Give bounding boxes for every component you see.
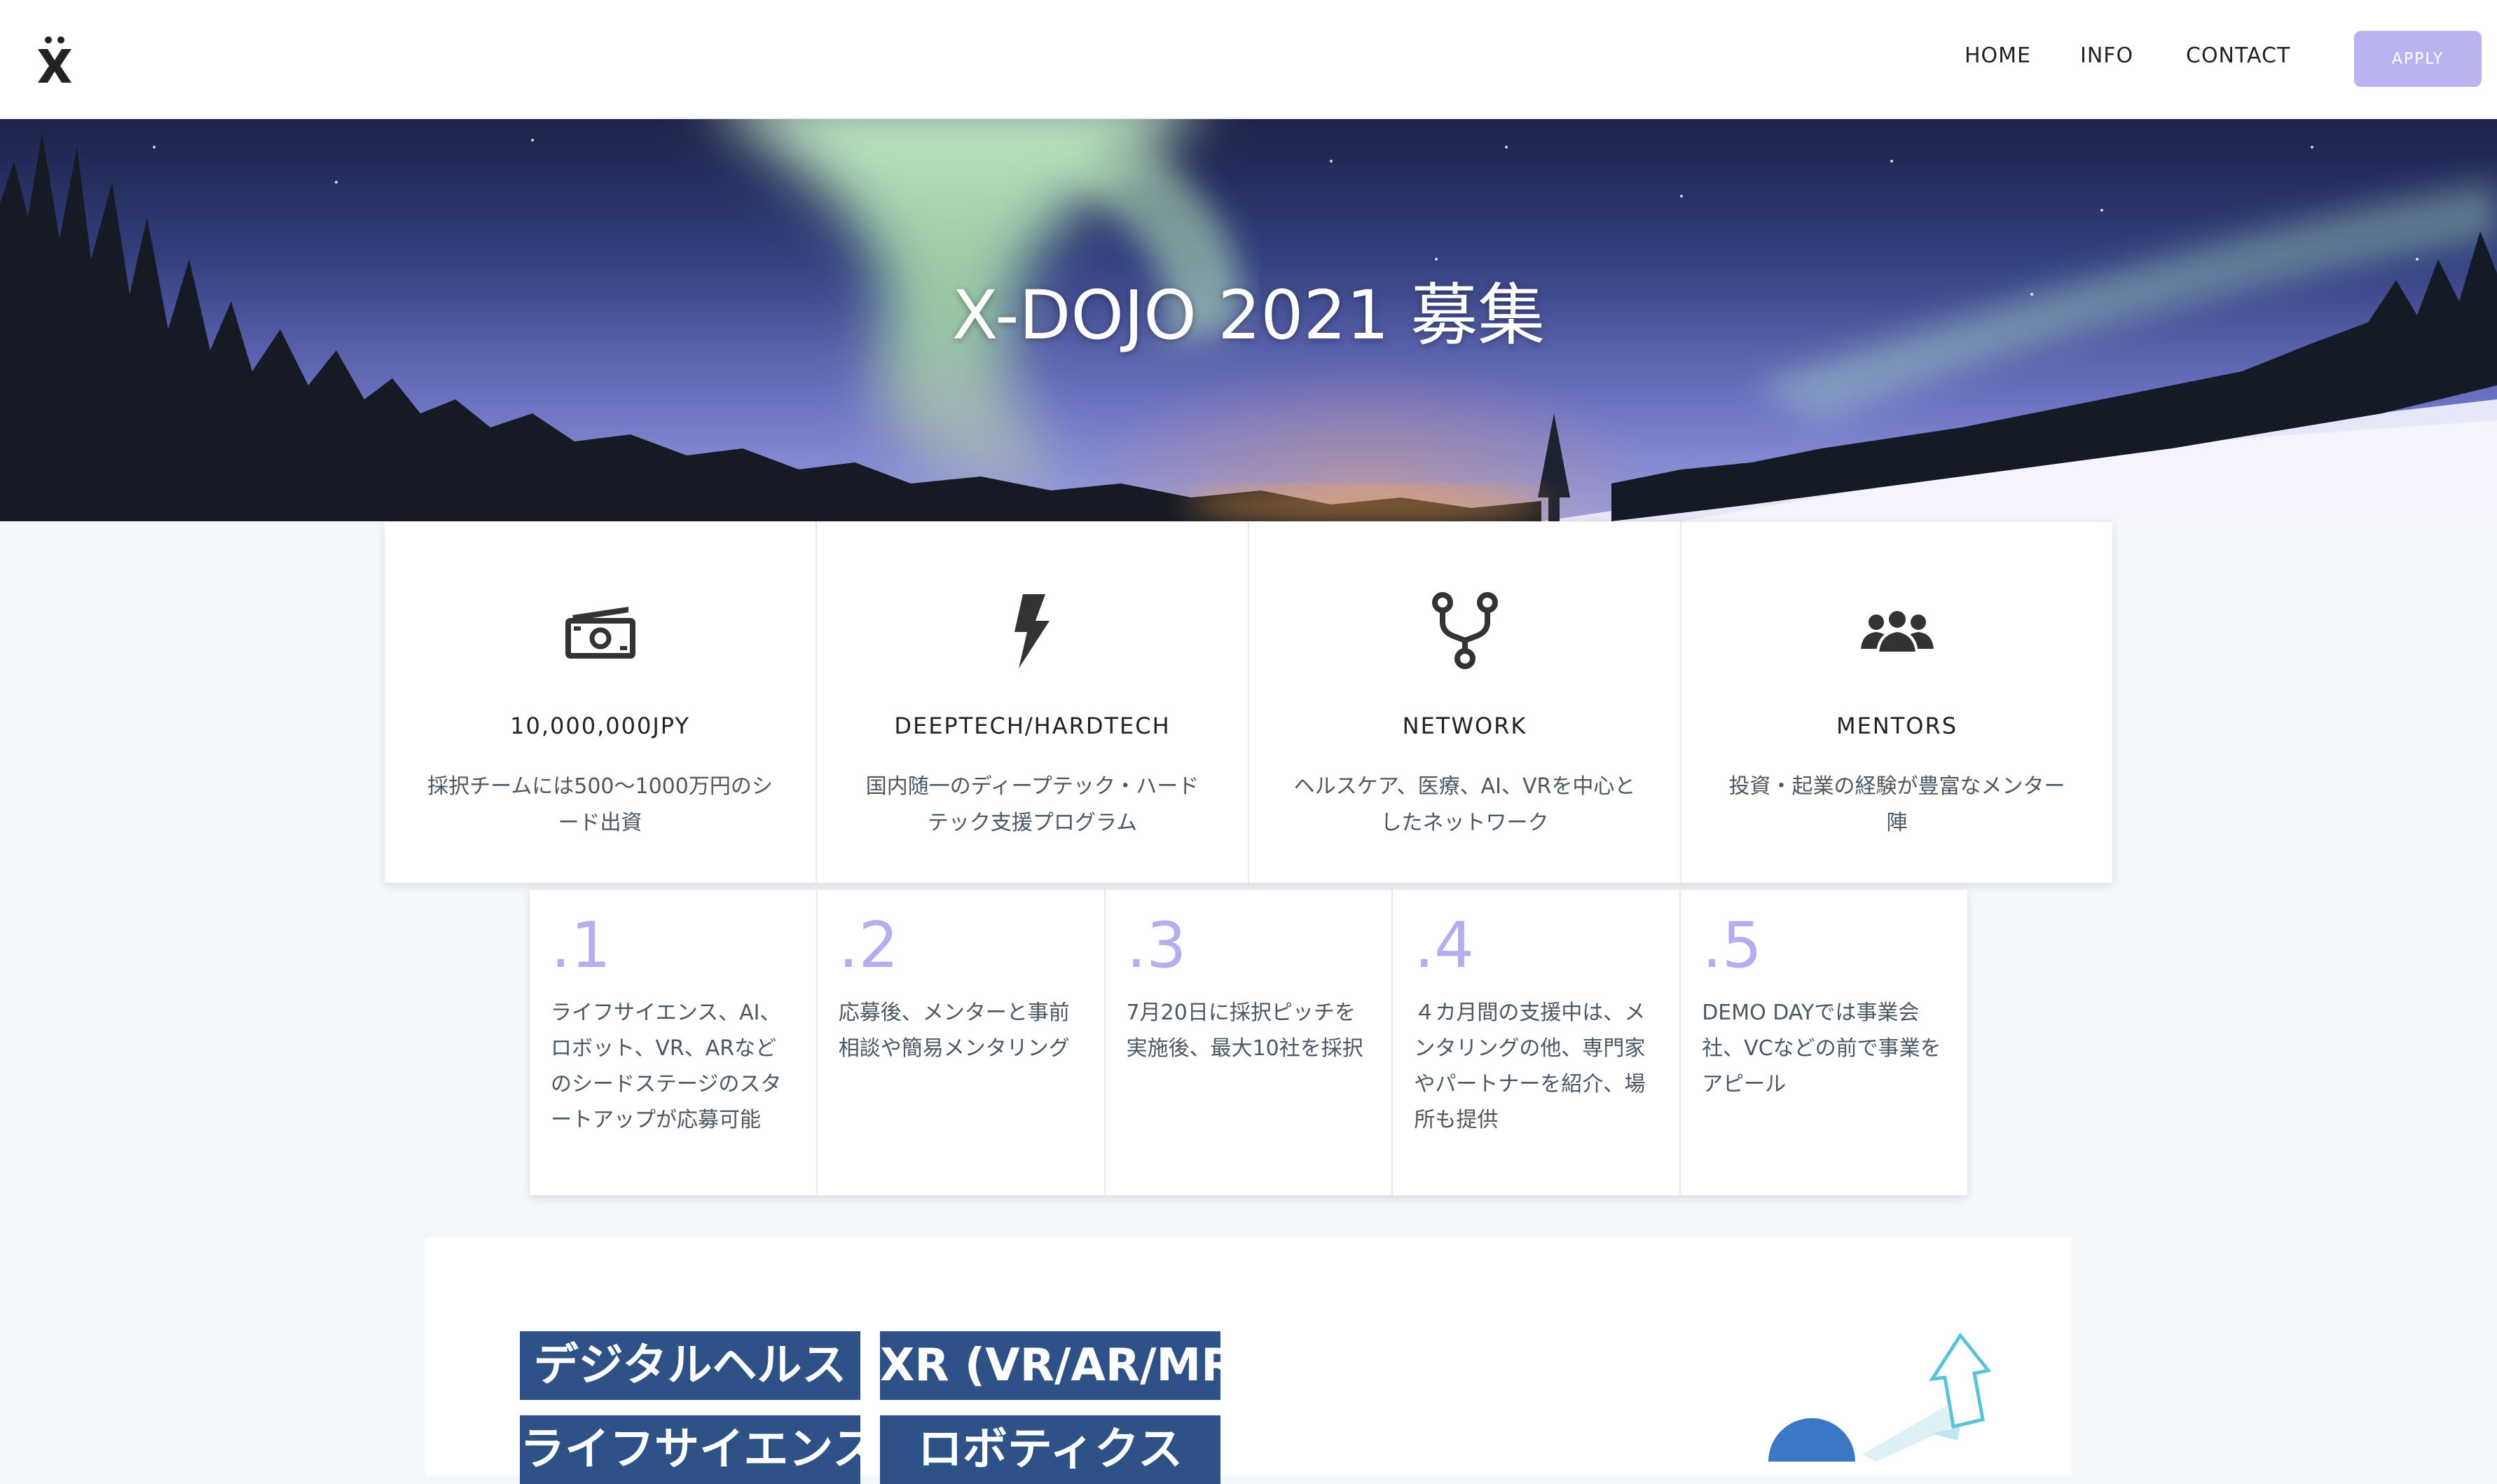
step-number: .4	[1414, 909, 1475, 982]
feature-title: MENTORS	[1836, 713, 1958, 739]
feature-description: 投資・起業の経験が豊富なメンター陣	[1728, 774, 2065, 835]
step-number: .3	[1126, 909, 1187, 982]
step-1: .1 ライフサイエンス、AI、ロボット、VR、ARなどのシードステージのスタート…	[530, 890, 818, 1195]
feature-title: DEEPTECH/HARDTECH	[894, 713, 1171, 739]
step-4: .4 ４カ月間の支援中は、メンタリングの他、専門家やパートナーを紹介、場所も提供	[1393, 890, 1681, 1195]
feature-description: 国内随一のディープテック・ハードテック支援プログラム	[865, 774, 1199, 835]
step-number: .1	[551, 909, 611, 982]
step-text: ４カ月間の支援中は、メンタリングの他、専門家やパートナーを紹介、場所も提供	[1414, 1001, 1646, 1132]
step-text: ライフサイエンス、AI、ロボット、VR、ARなどのシードステージのスタートアップ…	[551, 1001, 782, 1132]
hero-banner: X-DOJO 2021 募集	[0, 119, 2497, 521]
step-text: 7月20日に採択ピッチを実施後、最大10社を採択	[1126, 1001, 1363, 1061]
step-2: .2 応募後、メンターと事前相談や簡易メンタリング	[818, 890, 1106, 1195]
feature-card-mentors: MENTORS 投資・起業の経験が豊富なメンター陣	[1681, 522, 2112, 883]
step-3: .3 7月20日に採択ピッチを実施後、最大10社を採択	[1106, 890, 1394, 1195]
focus-tag-digital-health: デジタルヘルス	[520, 1331, 860, 1400]
nav-contact-link[interactable]: CONTACT	[2186, 42, 2290, 70]
feature-description: ヘルスケア、医療、AI、VRを中心としたネットワーク	[1293, 774, 1636, 835]
feature-cards: 10,000,000JPY 採択チームには500〜1000万円のシード出資 DE…	[385, 522, 2112, 883]
step-number: .5	[1702, 909, 1763, 982]
step-number: .2	[838, 909, 899, 982]
network-fork-icon	[1431, 592, 1498, 669]
feature-description: 採択チームには500〜1000万円のシード出資	[427, 774, 773, 835]
lightning-icon	[1014, 594, 1050, 668]
focus-tag-life-science: ライフサイエンス	[520, 1415, 860, 1484]
mentors-icon	[1860, 608, 1934, 654]
nav-info-link[interactable]: INFO	[2080, 42, 2133, 70]
site-header: HOME INFO CONTACT APPLY	[0, 0, 2497, 119]
focus-areas-section: デジタルヘルス XR (VR/AR/MR) ライフサイエンス ロボティクス	[426, 1237, 2071, 1484]
nav-home-link[interactable]: HOME	[1965, 42, 2031, 70]
step-5: .5 DEMO DAYでは事業会社、VCなどの前で事業をアピール	[1681, 890, 1967, 1195]
apply-button[interactable]: APPLY	[2354, 31, 2482, 87]
process-steps: .1 ライフサイエンス、AI、ロボット、VR、ARなどのシードステージのスタート…	[530, 890, 1967, 1195]
step-text: 応募後、メンターと事前相談や簡易メンタリング	[838, 1001, 1070, 1061]
feature-title: NETWORK	[1402, 713, 1527, 739]
feature-card-network: NETWORK ヘルスケア、医療、AI、VRを中心としたネットワーク	[1249, 522, 1681, 883]
step-text: DEMO DAYでは事業会社、VCなどの前で事業をアピール	[1702, 1001, 1941, 1097]
money-icon	[565, 607, 635, 659]
feature-card-deeptech: DEEPTECH/HARDTECH 国内随一のディープテック・ハードテック支援プ…	[817, 522, 1249, 883]
focus-tag-xr: XR (VR/AR/MR)	[880, 1331, 1220, 1400]
feature-card-funding: 10,000,000JPY 採択チームには500〜1000万円のシード出資	[385, 522, 817, 883]
x-dojo-logo-icon[interactable]	[36, 35, 73, 83]
feature-title: 10,000,000JPY	[510, 713, 690, 739]
rocket-arrow-illustration-icon	[1768, 1332, 1992, 1462]
hero-title: X-DOJO 2021 募集	[951, 276, 1546, 355]
focus-tag-robotics: ロボティクス	[880, 1415, 1220, 1484]
